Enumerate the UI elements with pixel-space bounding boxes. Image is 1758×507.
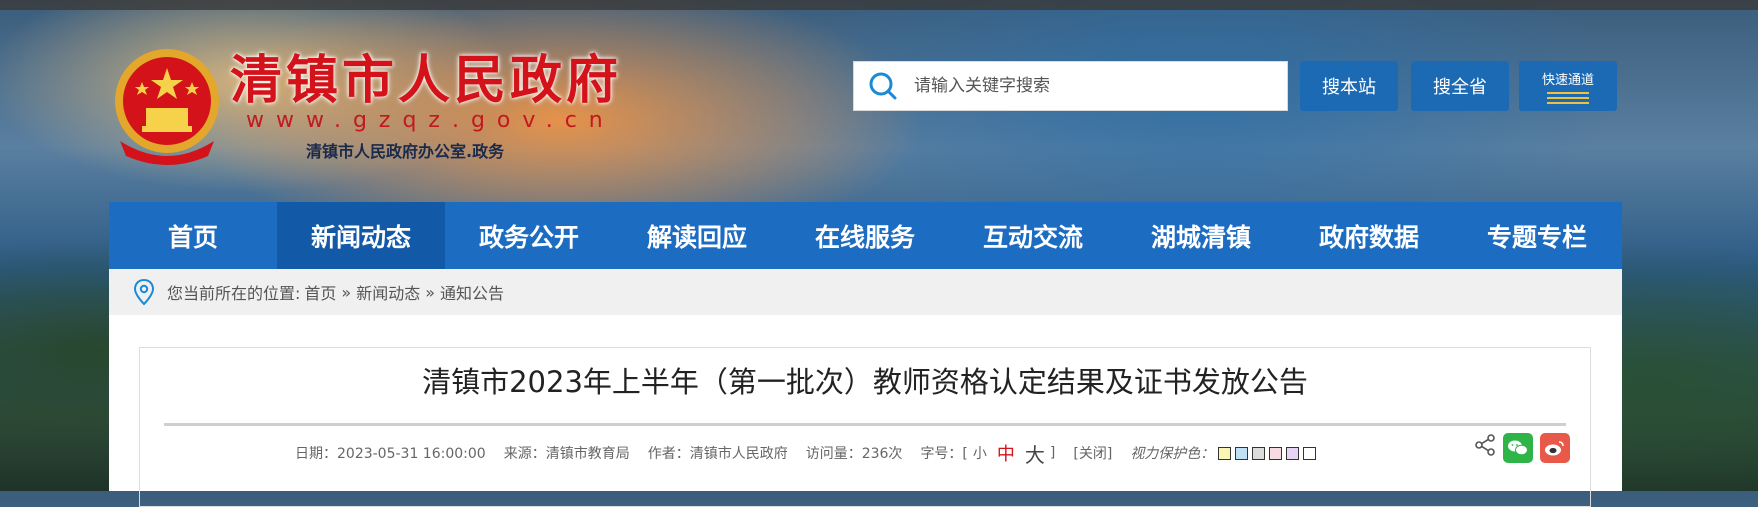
weibo-icon[interactable] [1540, 433, 1570, 463]
title-divider [164, 423, 1566, 426]
breadcrumb-prefix: 您当前所在的位置: [167, 284, 301, 303]
nav-item-home[interactable]: 首页 [109, 202, 277, 269]
eye-care-swatch-purple[interactable] [1286, 446, 1300, 460]
breadcrumb-news[interactable]: 新闻动态 [356, 280, 420, 304]
article-meta: 日期：2023-05-31 16:00:00 来源：清镇市教育局 作者：清镇市人… [295, 440, 1317, 467]
article-author: 作者：清镇市人民政府 [647, 446, 788, 462]
main-nav: 首页 新闻动态 政务公开 解读回应 在线服务 互动交流 湖城清镇 政府数据 专题… [109, 202, 1622, 269]
nav-item-online-service[interactable]: 在线服务 [781, 202, 949, 269]
site-url: www.gzqz.gov.cn [246, 108, 615, 133]
main-content: 清镇市2023年上半年（第一批次）教师资格认定结果及证书发放公告 日期：2023… [109, 315, 1622, 507]
breadcrumb-notices[interactable]: 通知公告 [440, 280, 504, 304]
eye-care-label: 视力保护色： [1130, 446, 1215, 462]
breadcrumb: 您当前所在的位置: 首页 » 新闻动态 » 通知公告 [109, 269, 1622, 315]
nav-item-news[interactable]: 新闻动态 [277, 202, 445, 269]
search-box [853, 61, 1288, 111]
article-date: 日期：2023-05-31 16:00:00 [295, 446, 486, 462]
quick-access-button[interactable]: 快速通道 [1519, 61, 1617, 111]
fontsize-small-button[interactable]: 小 [973, 443, 987, 463]
nav-item-interpretation[interactable]: 解读回应 [613, 202, 781, 269]
location-pin-icon [133, 278, 155, 306]
fontsize-close-bracket: ] [1049, 445, 1056, 461]
search-input[interactable] [912, 75, 1276, 97]
nav-item-lake-city[interactable]: 湖城清镇 [1117, 202, 1285, 269]
breadcrumb-separator: » [425, 282, 436, 302]
quick-access-label: 快速通道 [1541, 72, 1594, 88]
fontsize-label: 字号：[ [920, 446, 968, 462]
site-office-line: 清镇市人民政府办公室.政务 [306, 142, 505, 161]
eye-care-swatch-gray[interactable] [1252, 446, 1266, 460]
search-province-button[interactable]: 搜全省 [1411, 61, 1509, 111]
eye-care-swatch-white[interactable] [1303, 446, 1317, 460]
search-site-button[interactable]: 搜本站 [1300, 61, 1398, 111]
article-views: 访问量：236次 [805, 446, 903, 462]
site-title: 清镇市人民政府 [230, 50, 623, 111]
nav-item-gov-data[interactable]: 政府数据 [1285, 202, 1453, 269]
nav-item-topics[interactable]: 专题专栏 [1453, 202, 1621, 269]
search-icon[interactable] [854, 62, 912, 110]
nav-item-gov-affairs[interactable]: 政务公开 [445, 202, 613, 269]
top-strip [0, 0, 1758, 10]
national-emblem-icon[interactable] [110, 46, 225, 166]
eye-care-swatch-yellow[interactable] [1218, 446, 1232, 460]
article-card: 清镇市2023年上半年（第一批次）教师资格认定结果及证书发放公告 日期：2023… [139, 347, 1591, 507]
fontsize-large-button[interactable]: 大 [1025, 439, 1045, 468]
share-icon[interactable] [1474, 434, 1496, 456]
article-title: 清镇市2023年上半年（第一批次）教师资格认定结果及证书发放公告 [422, 365, 1308, 399]
eye-care-swatch-pink[interactable] [1269, 446, 1283, 460]
breadcrumb-home[interactable]: 首页 [304, 280, 336, 304]
wechat-icon[interactable] [1503, 433, 1533, 463]
menu-lines-icon [1547, 91, 1589, 104]
breadcrumb-separator: » [341, 282, 352, 302]
article-source: 来源：清镇市教育局 [503, 446, 630, 462]
eye-care-swatch-blue[interactable] [1235, 446, 1249, 460]
fontsize-medium-button[interactable]: 中 [997, 440, 1015, 466]
close-page-link[interactable]: [关闭] [1073, 443, 1112, 463]
nav-item-interaction[interactable]: 互动交流 [949, 202, 1117, 269]
